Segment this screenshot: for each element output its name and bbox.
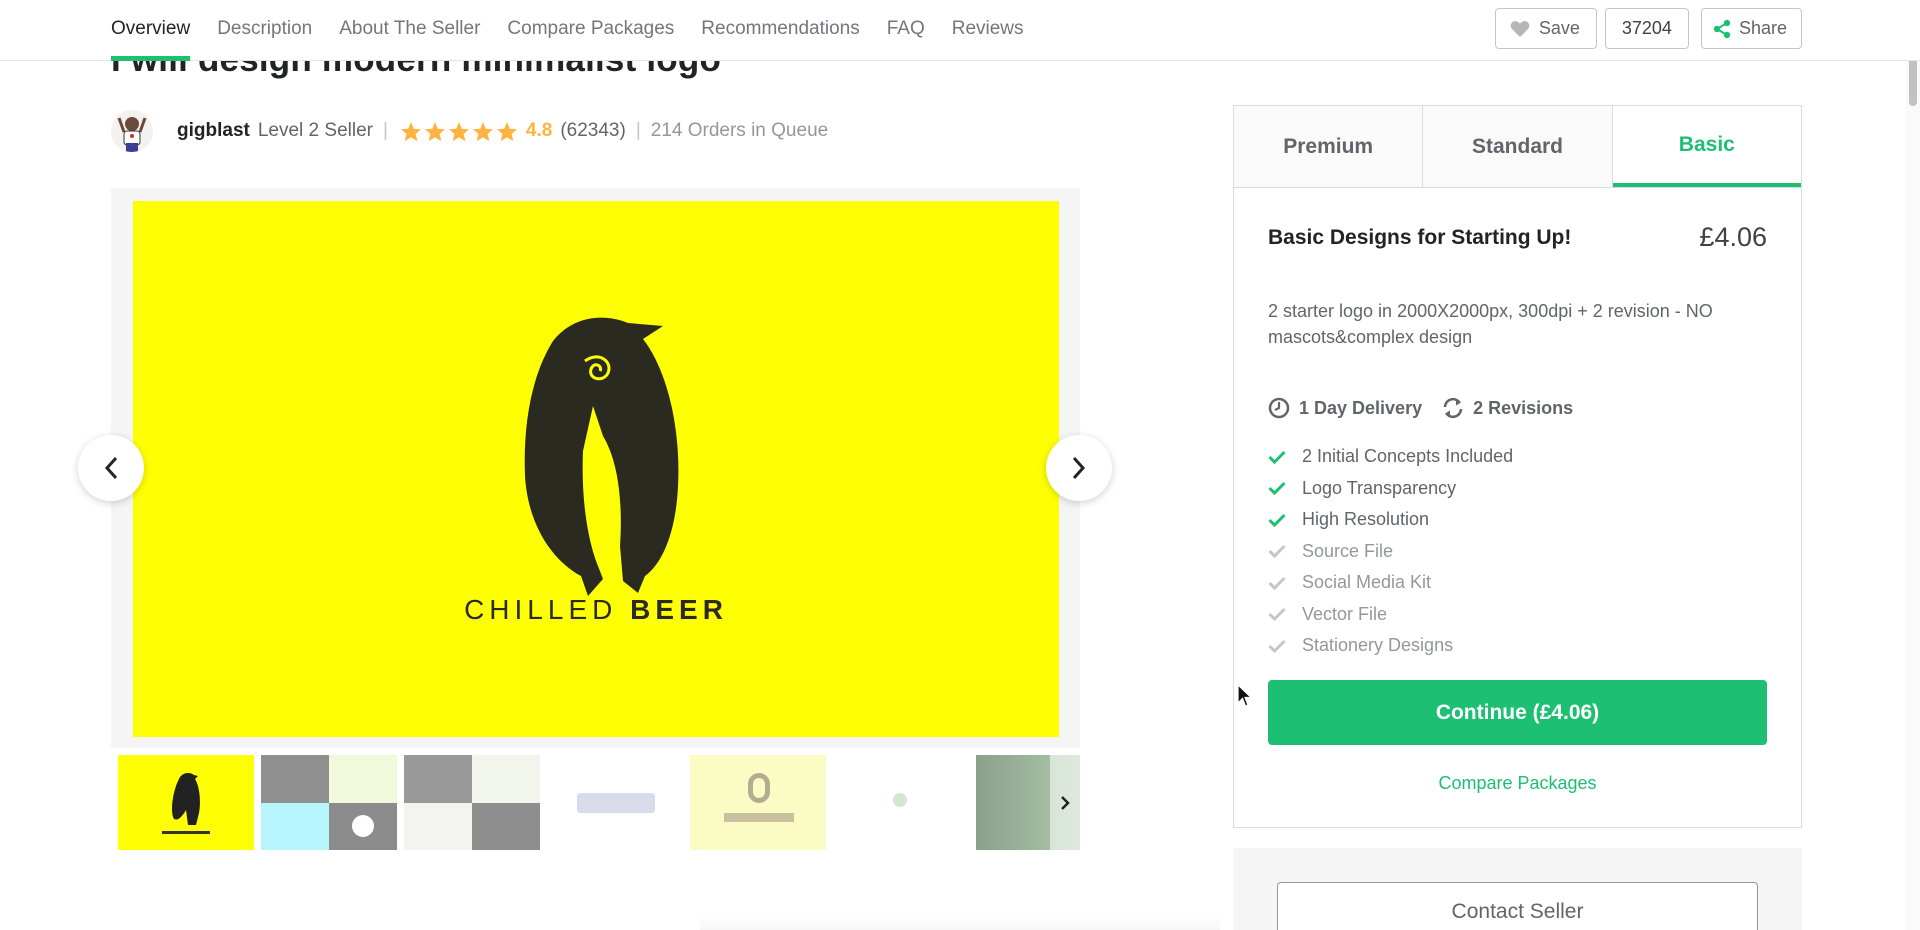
- save-button[interactable]: Save: [1494, 8, 1597, 49]
- seller-overview: gigblast Level 2 Seller | 4.8 (62343) | …: [111, 110, 828, 152]
- page-scrollbar[interactable]: [1906, 0, 1920, 930]
- tab-recommendations[interactable]: Recommendations: [701, 0, 859, 61]
- seller-avatar[interactable]: [111, 110, 153, 152]
- mouse-cursor-icon: [1237, 684, 1253, 707]
- check-icon: [1268, 576, 1286, 590]
- tab-compare-packages[interactable]: Compare Packages: [507, 0, 674, 61]
- seller-name[interactable]: gigblast: [177, 120, 250, 142]
- thumbnail[interactable]: [690, 755, 826, 850]
- gallery-thumbnails: [118, 755, 1080, 850]
- slide-brand-bold: BEER: [630, 594, 728, 625]
- section-tabs: Overview Description About The Seller Co…: [111, 0, 1024, 61]
- check-icon: [1268, 608, 1286, 622]
- thumbnails-next-button[interactable]: [1050, 755, 1080, 850]
- gallery-prev-button[interactable]: [78, 435, 144, 501]
- slide-brand-light: CHILLED: [464, 594, 617, 625]
- divider: |: [382, 120, 388, 141]
- feature-list: 2 Initial Concepts Included Logo Transpa…: [1268, 441, 1513, 662]
- save-count: 37204: [1604, 8, 1689, 49]
- continue-button[interactable]: Continue (£4.06): [1268, 680, 1767, 745]
- package-header: Basic Designs for Starting Up! £4.06: [1268, 222, 1767, 253]
- chevron-left-icon: [104, 456, 118, 480]
- check-icon: [1268, 513, 1286, 527]
- clock-icon: [1268, 397, 1290, 419]
- divider: |: [635, 120, 641, 141]
- feature-label: Social Media Kit: [1302, 572, 1432, 593]
- section-divider: [700, 916, 1220, 930]
- chevron-right-icon: [1072, 456, 1086, 480]
- thumbnail[interactable]: [833, 755, 969, 850]
- feature-item: Logo Transparency: [1268, 473, 1513, 505]
- feature-item: Stationery Designs: [1268, 630, 1513, 662]
- avatar-illustration: [117, 117, 147, 152]
- contact-seller-button[interactable]: Contact Seller: [1277, 882, 1758, 930]
- tab-description[interactable]: Description: [217, 0, 312, 61]
- gig-gallery: CHILLED BEER: [111, 188, 1080, 748]
- share-button[interactable]: Share: [1700, 8, 1802, 49]
- feature-item: 2 Initial Concepts Included: [1268, 441, 1513, 473]
- penguin-logo: CHILLED BEER: [464, 317, 728, 625]
- revisions: 2 Revisions: [1442, 397, 1573, 419]
- package-tab-premium[interactable]: Premium: [1234, 106, 1424, 187]
- package-price: £4.06: [1699, 222, 1767, 252]
- feature-item: Social Media Kit: [1268, 567, 1513, 599]
- feature-label: 2 Initial Concepts Included: [1302, 446, 1514, 467]
- save-label: Save: [1538, 18, 1580, 38]
- revisions-label: 2 Revisions: [1473, 397, 1574, 418]
- seller-level: Level 2 Seller: [257, 120, 373, 141]
- package-description: 2 starter logo in 2000X2000px, 300dpi + …: [1268, 301, 1713, 347]
- share-icon: [1713, 19, 1731, 38]
- package-card: Premium Standard Basic Basic Designs for…: [1233, 105, 1802, 828]
- feature-label: Logo Transparency: [1302, 477, 1457, 498]
- feature-label: High Resolution: [1302, 509, 1430, 530]
- star-icon: [424, 121, 445, 141]
- package-name: Basic Designs for Starting Up!: [1268, 225, 1572, 249]
- compare-packages-link[interactable]: Compare Packages: [1268, 773, 1767, 794]
- package-tab-standard[interactable]: Standard: [1423, 106, 1613, 187]
- refresh-icon: [1443, 397, 1463, 419]
- rating-score: 4.8: [525, 120, 553, 141]
- thumbnail[interactable]: [547, 755, 683, 850]
- package-tab-basic[interactable]: Basic: [1612, 106, 1801, 187]
- thumbnail[interactable]: [261, 755, 397, 850]
- gallery-main-image[interactable]: CHILLED BEER: [133, 201, 1059, 737]
- star-icon: [448, 121, 469, 141]
- feature-label: Source File: [1302, 540, 1394, 561]
- delivery-time: 1 Day Delivery: [1268, 397, 1422, 419]
- thumbnail[interactable]: [118, 755, 254, 850]
- tab-faq[interactable]: FAQ: [887, 0, 925, 61]
- feature-label: Stationery Designs: [1302, 635, 1454, 656]
- tab-reviews[interactable]: Reviews: [952, 0, 1024, 61]
- tab-overview[interactable]: Overview: [111, 0, 191, 61]
- star-icon: [472, 121, 493, 141]
- check-icon: [1268, 450, 1286, 464]
- review-count[interactable]: (62343): [560, 120, 626, 142]
- rating-stars: [400, 121, 518, 142]
- star-icon: [400, 121, 421, 141]
- contact-section: Contact Seller: [1233, 848, 1802, 930]
- orders-in-queue: 214 Orders in Queue: [650, 120, 829, 141]
- feature-item: Vector File: [1268, 599, 1513, 631]
- tab-about-seller[interactable]: About The Seller: [339, 0, 480, 61]
- feature-item: Source File: [1268, 536, 1513, 568]
- delivery-label: 1 Day Delivery: [1299, 397, 1423, 418]
- package-tabs: Premium Standard Basic: [1234, 106, 1801, 188]
- feature-label: Vector File: [1302, 603, 1388, 624]
- thumbnail[interactable]: [404, 755, 540, 850]
- chevron-right-icon: [1061, 795, 1070, 810]
- gig-actions: Save 37204 Share: [1494, 8, 1802, 49]
- heart-icon: [1510, 20, 1530, 37]
- feature-item: High Resolution: [1268, 504, 1513, 536]
- svg-text:CHILLED BEER: CHILLED BEER: [464, 594, 728, 625]
- check-icon: [1268, 482, 1286, 496]
- check-icon: [1268, 639, 1286, 653]
- sticky-nav: Overview Description About The Seller Co…: [0, 0, 1920, 61]
- gallery-next-button[interactable]: [1046, 435, 1112, 501]
- share-label: Share: [1738, 18, 1787, 38]
- star-icon: [496, 121, 517, 141]
- check-icon: [1268, 545, 1286, 559]
- package-meta: 1 Day Delivery 2 Revisions: [1268, 397, 1573, 419]
